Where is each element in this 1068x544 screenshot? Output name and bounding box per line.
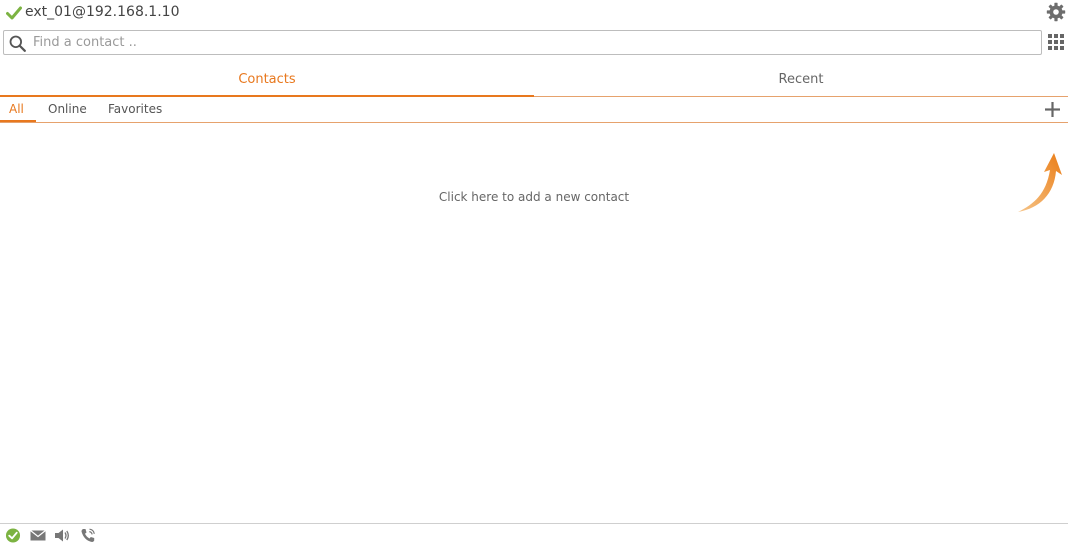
main-tabs: Contacts Recent [0,66,1068,97]
add-contact-hint[interactable]: Click here to add a new contact [0,190,1068,204]
status-check-icon[interactable] [6,6,22,20]
filter-favorites[interactable]: Favorites [108,102,162,122]
active-tab-indicator [0,95,534,97]
active-filter-indicator [0,120,36,122]
filter-online[interactable]: Online [48,102,87,122]
filter-divider [0,122,1068,123]
filter-tabs: All Online Favorites [0,99,1068,123]
search-icon [9,35,26,52]
status-bar [0,523,1068,544]
search-input[interactable] [33,33,1033,52]
softphone-window: ext_01@192.168.1.10 Find a contact .. Co… [0,0,1068,544]
gear-icon[interactable] [1046,2,1066,22]
dialpad-icon[interactable] [1048,34,1064,50]
tab-contacts[interactable]: Contacts [0,66,534,97]
speaker-icon[interactable] [54,528,70,543]
mail-icon[interactable] [30,528,46,543]
tab-recent[interactable]: Recent [534,66,1068,97]
status-check-icon[interactable] [5,528,21,543]
filter-all[interactable]: All [9,102,24,122]
phone-icon[interactable] [80,528,96,543]
account-label: ext_01@192.168.1.10 [25,4,180,20]
pointer-arrow-icon [1018,153,1062,212]
add-contact-button[interactable] [1044,101,1061,118]
header: ext_01@192.168.1.10 [0,0,1068,26]
search-box [3,30,1042,55]
